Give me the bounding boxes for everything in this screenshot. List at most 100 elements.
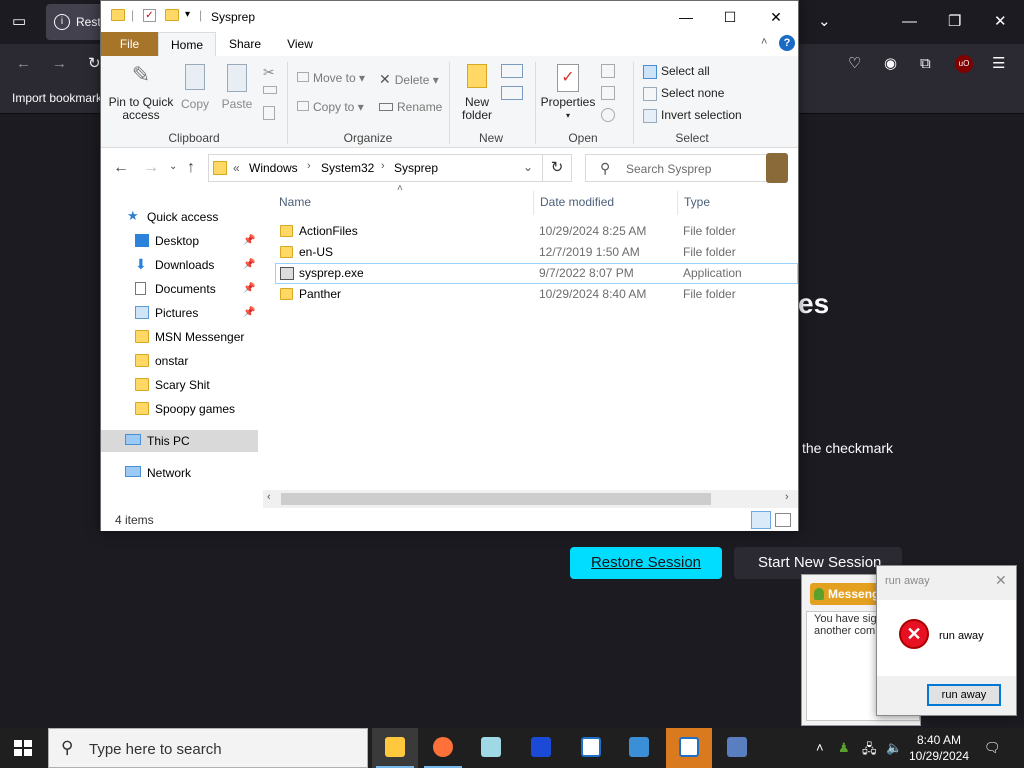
tab-share[interactable]: Share	[221, 32, 269, 56]
taskbar-firefox[interactable]	[420, 728, 466, 768]
windows-start-icon[interactable]	[14, 740, 32, 756]
move-to-button[interactable]: Move to ▾	[297, 71, 365, 85]
scrollbar-thumb[interactable]	[281, 493, 711, 505]
search-input[interactable]: ⚲ Search Sysprep	[585, 153, 788, 183]
horizontal-scrollbar[interactable]: ‹ ›	[263, 490, 798, 508]
tray-volume-icon[interactable]: 🔈	[886, 740, 902, 756]
new-folder-icon[interactable]	[165, 9, 179, 21]
breadcrumb-sysprep[interactable]: Sysprep	[394, 161, 438, 175]
tab-view[interactable]: View	[275, 32, 325, 56]
taskbar-app-window[interactable]	[568, 728, 614, 768]
column-header-date[interactable]: Date modified	[540, 195, 614, 209]
maximize-button[interactable]: ☐	[707, 7, 753, 27]
error-ok-button[interactable]: run away	[927, 684, 1001, 706]
taskbar-app-paint[interactable]	[616, 728, 662, 768]
breadcrumb-system32[interactable]: System32	[321, 161, 374, 175]
account-icon[interactable]: ◉	[884, 56, 897, 72]
chevron-down-icon[interactable]: ⌄	[818, 14, 831, 30]
open-icon[interactable]	[601, 64, 615, 78]
new-folder-button[interactable]: New folder	[455, 64, 499, 122]
invert-selection-button[interactable]: Invert selection	[643, 108, 742, 123]
notifications-icon[interactable]: 🗨	[984, 740, 1001, 756]
copy-button[interactable]: Copy	[179, 64, 211, 111]
table-row[interactable]: ActionFiles 10/29/2024 8:25 AM File fold…	[275, 221, 798, 242]
up-icon[interactable]: ↑	[187, 159, 195, 177]
tab-file[interactable]: File	[101, 32, 158, 56]
breadcrumb-windows[interactable]: Windows	[249, 161, 298, 175]
nav-item-desktop[interactable]: Desktop 📌	[101, 230, 258, 252]
close-button[interactable]: ✕	[753, 7, 799, 27]
address-bar[interactable]: « Windows › System32 › Sysprep ⌄	[208, 154, 543, 182]
pin-to-quick-access-button[interactable]: ✎ Pin to Quick access	[107, 64, 175, 122]
refresh-button[interactable]: ↻	[542, 154, 572, 182]
copy-to-button[interactable]: Copy to ▾	[297, 100, 364, 114]
help-icon[interactable]: ?	[779, 35, 795, 51]
nav-item-spoopy-games[interactable]: Spoopy games	[101, 398, 258, 420]
back-icon[interactable]: ←	[16, 56, 31, 72]
taskbar-clock[interactable]: 8:40 AM 10/29/2024	[908, 732, 970, 764]
easy-access-icon[interactable]	[501, 86, 523, 100]
rename-button[interactable]: Rename	[379, 100, 442, 114]
forward-icon[interactable]: →	[143, 159, 159, 177]
import-bookmarks-link[interactable]: Import bookmarks	[12, 91, 100, 105]
scroll-left-icon[interactable]: ‹	[267, 491, 271, 503]
nav-item-network[interactable]: Network	[101, 462, 258, 484]
back-icon[interactable]: ←	[113, 159, 129, 177]
taskbar-search-input[interactable]: ⚲ Type here to search	[48, 728, 368, 768]
details-view-icon[interactable]	[751, 511, 771, 529]
copy-path-icon[interactable]	[263, 86, 277, 94]
select-none-button[interactable]: Select none	[643, 86, 724, 101]
tray-network-icon[interactable]: 🖧	[862, 740, 877, 762]
close-icon[interactable]: ✕	[995, 572, 1007, 589]
tab-list-icon[interactable]: ▭	[12, 14, 26, 30]
table-row[interactable]: en-US 12/7/2019 1:50 AM File folder	[275, 242, 798, 263]
minimize-button[interactable]: —	[663, 7, 709, 27]
large-icons-view-icon[interactable]	[775, 513, 791, 527]
scroll-right-icon[interactable]: ›	[785, 491, 789, 503]
reload-icon[interactable]: ↻	[88, 56, 101, 72]
nav-item-downloads[interactable]: ⬇ Downloads 📌	[101, 254, 258, 276]
browser-tab[interactable]: i Rest	[46, 4, 106, 40]
restore-session-button[interactable]: Restore Session	[570, 547, 722, 579]
quick-access-dropdown-icon[interactable]: ▾	[185, 9, 190, 20]
paste-shortcut-icon[interactable]	[263, 106, 275, 120]
edit-icon[interactable]	[601, 86, 615, 100]
paste-button[interactable]: Paste	[219, 64, 255, 111]
taskbar-app-tablet[interactable]	[468, 728, 514, 768]
tab-home[interactable]: Home	[158, 32, 216, 56]
recent-locations-icon[interactable]: ⌄	[169, 161, 177, 172]
close-icon[interactable]: ✕	[994, 14, 1007, 30]
properties-button[interactable]: ✓ Properties ▾	[539, 64, 597, 122]
select-all-button[interactable]: Select all	[643, 64, 710, 79]
minimize-icon[interactable]: —	[902, 14, 917, 30]
table-row[interactable]: Panther 10/29/2024 8:40 AM File folder	[275, 284, 798, 305]
tray-chevron-up-icon[interactable]: ˄	[816, 740, 824, 755]
forward-icon[interactable]: →	[52, 56, 67, 72]
explorer-title-bar[interactable]: | ✓ ▾ | Sysprep — ☐ ✕	[101, 1, 798, 32]
delete-button[interactable]: ✕ Delete ▾	[379, 71, 439, 88]
taskbar-app-network[interactable]	[714, 728, 760, 768]
taskbar-file-explorer[interactable]	[372, 728, 418, 768]
properties-check-icon[interactable]: ✓	[143, 9, 156, 22]
nav-item-pictures[interactable]: Pictures 📌	[101, 302, 258, 324]
address-dropdown-icon[interactable]: ⌄	[523, 160, 533, 174]
column-divider[interactable]	[677, 191, 678, 215]
column-header-type[interactable]: Type	[684, 195, 710, 209]
tray-messenger-icon[interactable]: ♟	[838, 740, 850, 756]
nav-item-quick-access[interactable]: ★ Quick access	[101, 206, 258, 228]
extensions-icon[interactable]: ⧉	[920, 56, 931, 72]
column-divider[interactable]	[533, 191, 534, 215]
nav-item-onstar[interactable]: onstar	[101, 350, 258, 372]
history-icon[interactable]	[601, 108, 615, 122]
nav-item-this-pc[interactable]: This PC	[101, 430, 258, 452]
nav-item-msn-messenger[interactable]: MSN Messenger	[101, 326, 258, 348]
ribbon-collapse-icon[interactable]: ˄	[761, 36, 767, 48]
taskbar-malwarebytes[interactable]	[518, 728, 564, 768]
new-item-icon[interactable]	[501, 64, 523, 78]
pocket-icon[interactable]: ♡	[848, 56, 861, 72]
restore-icon[interactable]: ❐	[948, 14, 961, 30]
table-row[interactable]: sysprep.exe 9/7/2022 8:07 PM Application	[275, 263, 798, 284]
nav-item-scary-shit[interactable]: Scary Shit	[101, 374, 258, 396]
ublock-icon[interactable]: uO	[955, 55, 973, 73]
breadcrumb-overflow[interactable]: «	[233, 161, 240, 175]
